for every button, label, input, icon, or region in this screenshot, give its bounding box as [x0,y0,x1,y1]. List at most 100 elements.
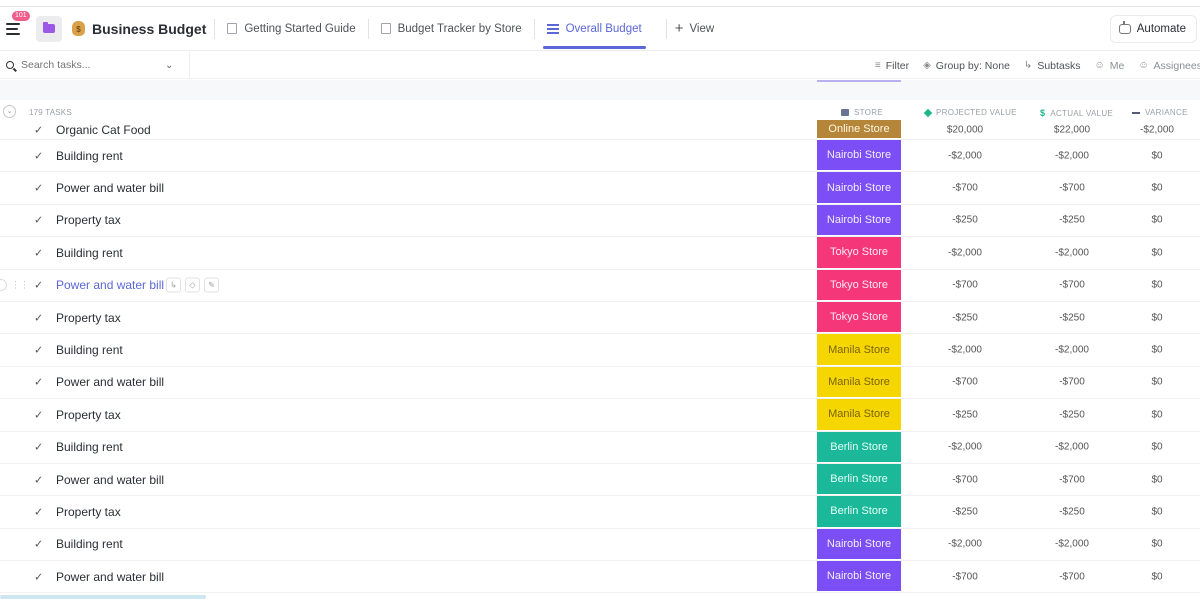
divider [214,18,216,39]
folder-icon [43,22,55,33]
task-name[interactable]: Building rent [56,149,123,163]
row-select-radio[interactable] [0,279,7,292]
horizontal-scrollbar[interactable] [0,595,206,599]
store-badge[interactable]: Tokyo Store [817,269,901,301]
store-badge[interactable]: Berlin Store [817,463,901,496]
store-badge[interactable]: Nairobi Store [817,172,901,204]
table-row[interactable]: ✓ Organic Cat Food Online Store $20,000 $22,… [0,120,1200,140]
table-row[interactable]: ✓ Property tax Nairobi Store -$250 -$250 $0 [0,204,1200,238]
assignees-button[interactable]: ☺ Assignees [1138,60,1200,72]
check-icon[interactable]: ✓ [34,279,43,292]
task-name[interactable]: Property tax [56,213,121,227]
sidebar-menu-button[interactable]: 101 [6,10,30,39]
search-input[interactable] [21,59,161,71]
filter-button[interactable]: ≡ Filter [875,60,909,72]
check-icon[interactable]: ✓ [34,538,43,551]
projected-value: $20,000 [946,124,984,135]
store-label: Nairobi Store [826,213,892,226]
table-row[interactable]: ✓ Power and water bill Nairobi Store -$700 -… [0,172,1200,205]
list-icon [546,23,559,34]
space-title[interactable]: $ Business Budget [72,21,206,37]
table-row[interactable]: ⋮⋮ ✓ Power and water bill ↳ ◇ ✎ Tokyo Store -$7… [0,269,1200,302]
store-label: Manila Store [828,375,890,388]
task-name[interactable]: Power and water bill [56,473,164,487]
chevron-down-icon[interactable]: ⌄ [165,60,173,71]
task-name[interactable]: Power and water bill [56,181,164,195]
check-icon[interactable]: ✓ [34,246,43,259]
check-icon[interactable]: ✓ [34,570,43,583]
task-name[interactable]: Power and water bill [56,278,164,292]
edit-icon[interactable]: ✎ [204,277,219,293]
table-row[interactable]: ✓ Power and water bill Nairobi Store -$700 -… [0,561,1200,594]
tab-budget-tracker-by-store[interactable]: Budget Tracker by Store [377,7,526,51]
store-badge[interactable]: Berlin Store [817,496,901,528]
store-label: Nairobi Store [826,181,892,194]
store-label: Nairobi Store [826,537,892,550]
store-badge[interactable]: Tokyo Store [817,301,901,334]
collapse-group-button[interactable]: ⌄ [3,105,16,118]
store-badge[interactable]: Nairobi Store [817,561,901,593]
task-name[interactable]: Building rent [56,537,123,551]
store-badge[interactable]: Tokyo Store [817,237,901,269]
store-badge[interactable]: Online Store [817,120,901,139]
task-name[interactable]: Property tax [56,408,121,422]
store-badge[interactable]: Nairobi Store [817,140,901,172]
subtasks-button[interactable]: ↳ Subtasks [1024,60,1081,72]
store-badge[interactable]: Manila Store [817,334,901,366]
store-label: Manila Store [828,343,890,356]
table-row[interactable]: ✓ Property tax Berlin Store -$250 -$250 $0 [0,496,1200,529]
check-icon[interactable]: ✓ [34,473,43,486]
check-icon[interactable]: ✓ [34,149,43,162]
table-row[interactable]: ✓ Building rent Tokyo Store -$2,000 -$2,000 $… [0,237,1200,270]
tab-getting-started-guide[interactable]: Getting Started Guide [223,7,359,51]
table-row[interactable]: ✓ Power and water bill Manila Store -$700 -$… [0,366,1200,400]
table-row[interactable]: ✓ Building rent Nairobi Store -$2,000 -$2,00… [0,140,1200,173]
task-name[interactable]: Power and water bill [56,570,164,584]
store-badge[interactable]: Manila Store [817,399,901,431]
table-row[interactable]: ✓ Building rent Nairobi Store -$2,000 -$2,00… [0,528,1200,562]
task-name[interactable]: Building rent [56,246,123,260]
task-name[interactable]: Organic Cat Food [56,123,151,137]
table-row[interactable]: ✓ Building rent Manila Store -$2,000 -$2,000… [0,334,1200,367]
store-badge[interactable]: Nairobi Store [817,204,901,237]
table-row[interactable]: ✓ Property tax Manila Store -$250 -$250 $0 [0,399,1200,432]
folder-button[interactable] [36,15,62,42]
subtask-icon[interactable]: ↳ [166,277,181,293]
task-name[interactable]: Property tax [56,505,121,519]
check-icon[interactable]: ✓ [34,376,43,389]
task-list: ✓ Organic Cat Food Online Store $20,000 $22,… [0,120,1200,594]
check-icon[interactable]: ✓ [34,441,43,454]
divider [533,18,535,39]
task-name[interactable]: Building rent [56,440,123,454]
table-row[interactable]: ✓ Property tax Tokyo Store -$250 -$250 $0 [0,301,1200,335]
store-badge[interactable]: Nairobi Store [817,528,901,561]
check-icon[interactable]: ✓ [34,311,43,324]
task-name[interactable]: Power and water bill [56,375,164,389]
variance-value: $0 [1151,571,1163,583]
check-icon[interactable]: ✓ [34,408,43,421]
tag-icon[interactable]: ◇ [185,277,200,293]
column-header-projected-value[interactable]: PROJECTED VALUE [923,108,1017,117]
store-badge[interactable]: Manila Store [817,366,901,399]
check-icon[interactable]: ✓ [34,214,43,227]
store-badge[interactable]: Berlin Store [817,431,901,463]
check-icon[interactable]: ✓ [34,123,43,136]
task-name[interactable]: Property tax [56,311,121,325]
automate-button[interactable]: Automate [1109,15,1197,43]
add-view-button[interactable]: + View [675,20,714,37]
search-box[interactable]: ⌄ [0,51,190,79]
column-header-actual-value[interactable]: $ ACTUAL VALUE [1040,108,1113,118]
check-icon[interactable]: ✓ [34,182,43,195]
table-row[interactable]: ✓ Building rent Berlin Store -$2,000 -$2,000… [0,431,1200,464]
column-header-store[interactable]: STORE [841,108,883,117]
store-label: Tokyo Store [829,311,889,324]
tab-overall-budget[interactable]: Overall Budget [542,7,646,51]
check-icon[interactable]: ✓ [34,344,43,357]
drag-handle-icon[interactable]: ⋮⋮ [11,280,29,291]
column-header-variance[interactable]: VARIANCE [1132,108,1188,117]
check-icon[interactable]: ✓ [34,505,43,518]
group-by-button[interactable]: ◈ Group by: None [923,60,1010,72]
task-name[interactable]: Building rent [56,343,123,357]
me-filter-button[interactable]: ☺ Me [1095,60,1125,72]
table-row[interactable]: ✓ Power and water bill Berlin Store -$700 -$… [0,463,1200,497]
